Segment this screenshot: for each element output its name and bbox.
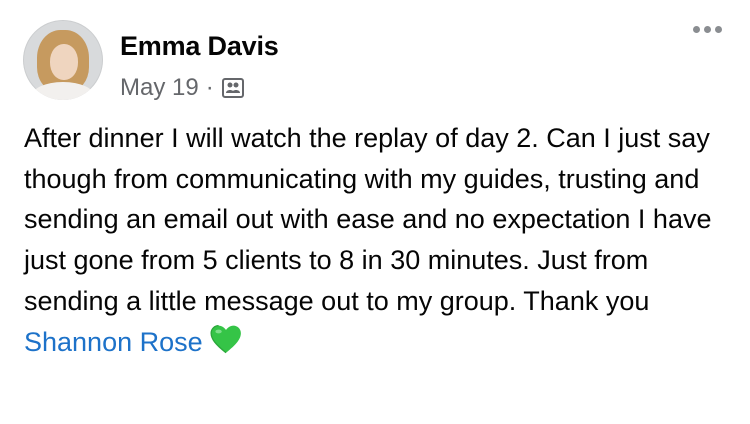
post-meta: May 19 · (120, 74, 244, 102)
author-name[interactable]: Emma Davis (120, 31, 279, 62)
avatar[interactable] (23, 20, 103, 100)
green-heart-icon (210, 324, 241, 353)
mention-link[interactable]: Shannon Rose (24, 327, 203, 357)
post-date[interactable]: May 19 (120, 74, 199, 102)
more-horizontal-icon (693, 26, 700, 33)
post-text: After dinner I will watch the replay of … (24, 118, 724, 362)
meta-separator: · (205, 74, 214, 101)
post-body: After dinner I will watch the replay of … (24, 123, 712, 316)
more-options-button[interactable] (693, 26, 722, 33)
group-icon (221, 78, 244, 98)
